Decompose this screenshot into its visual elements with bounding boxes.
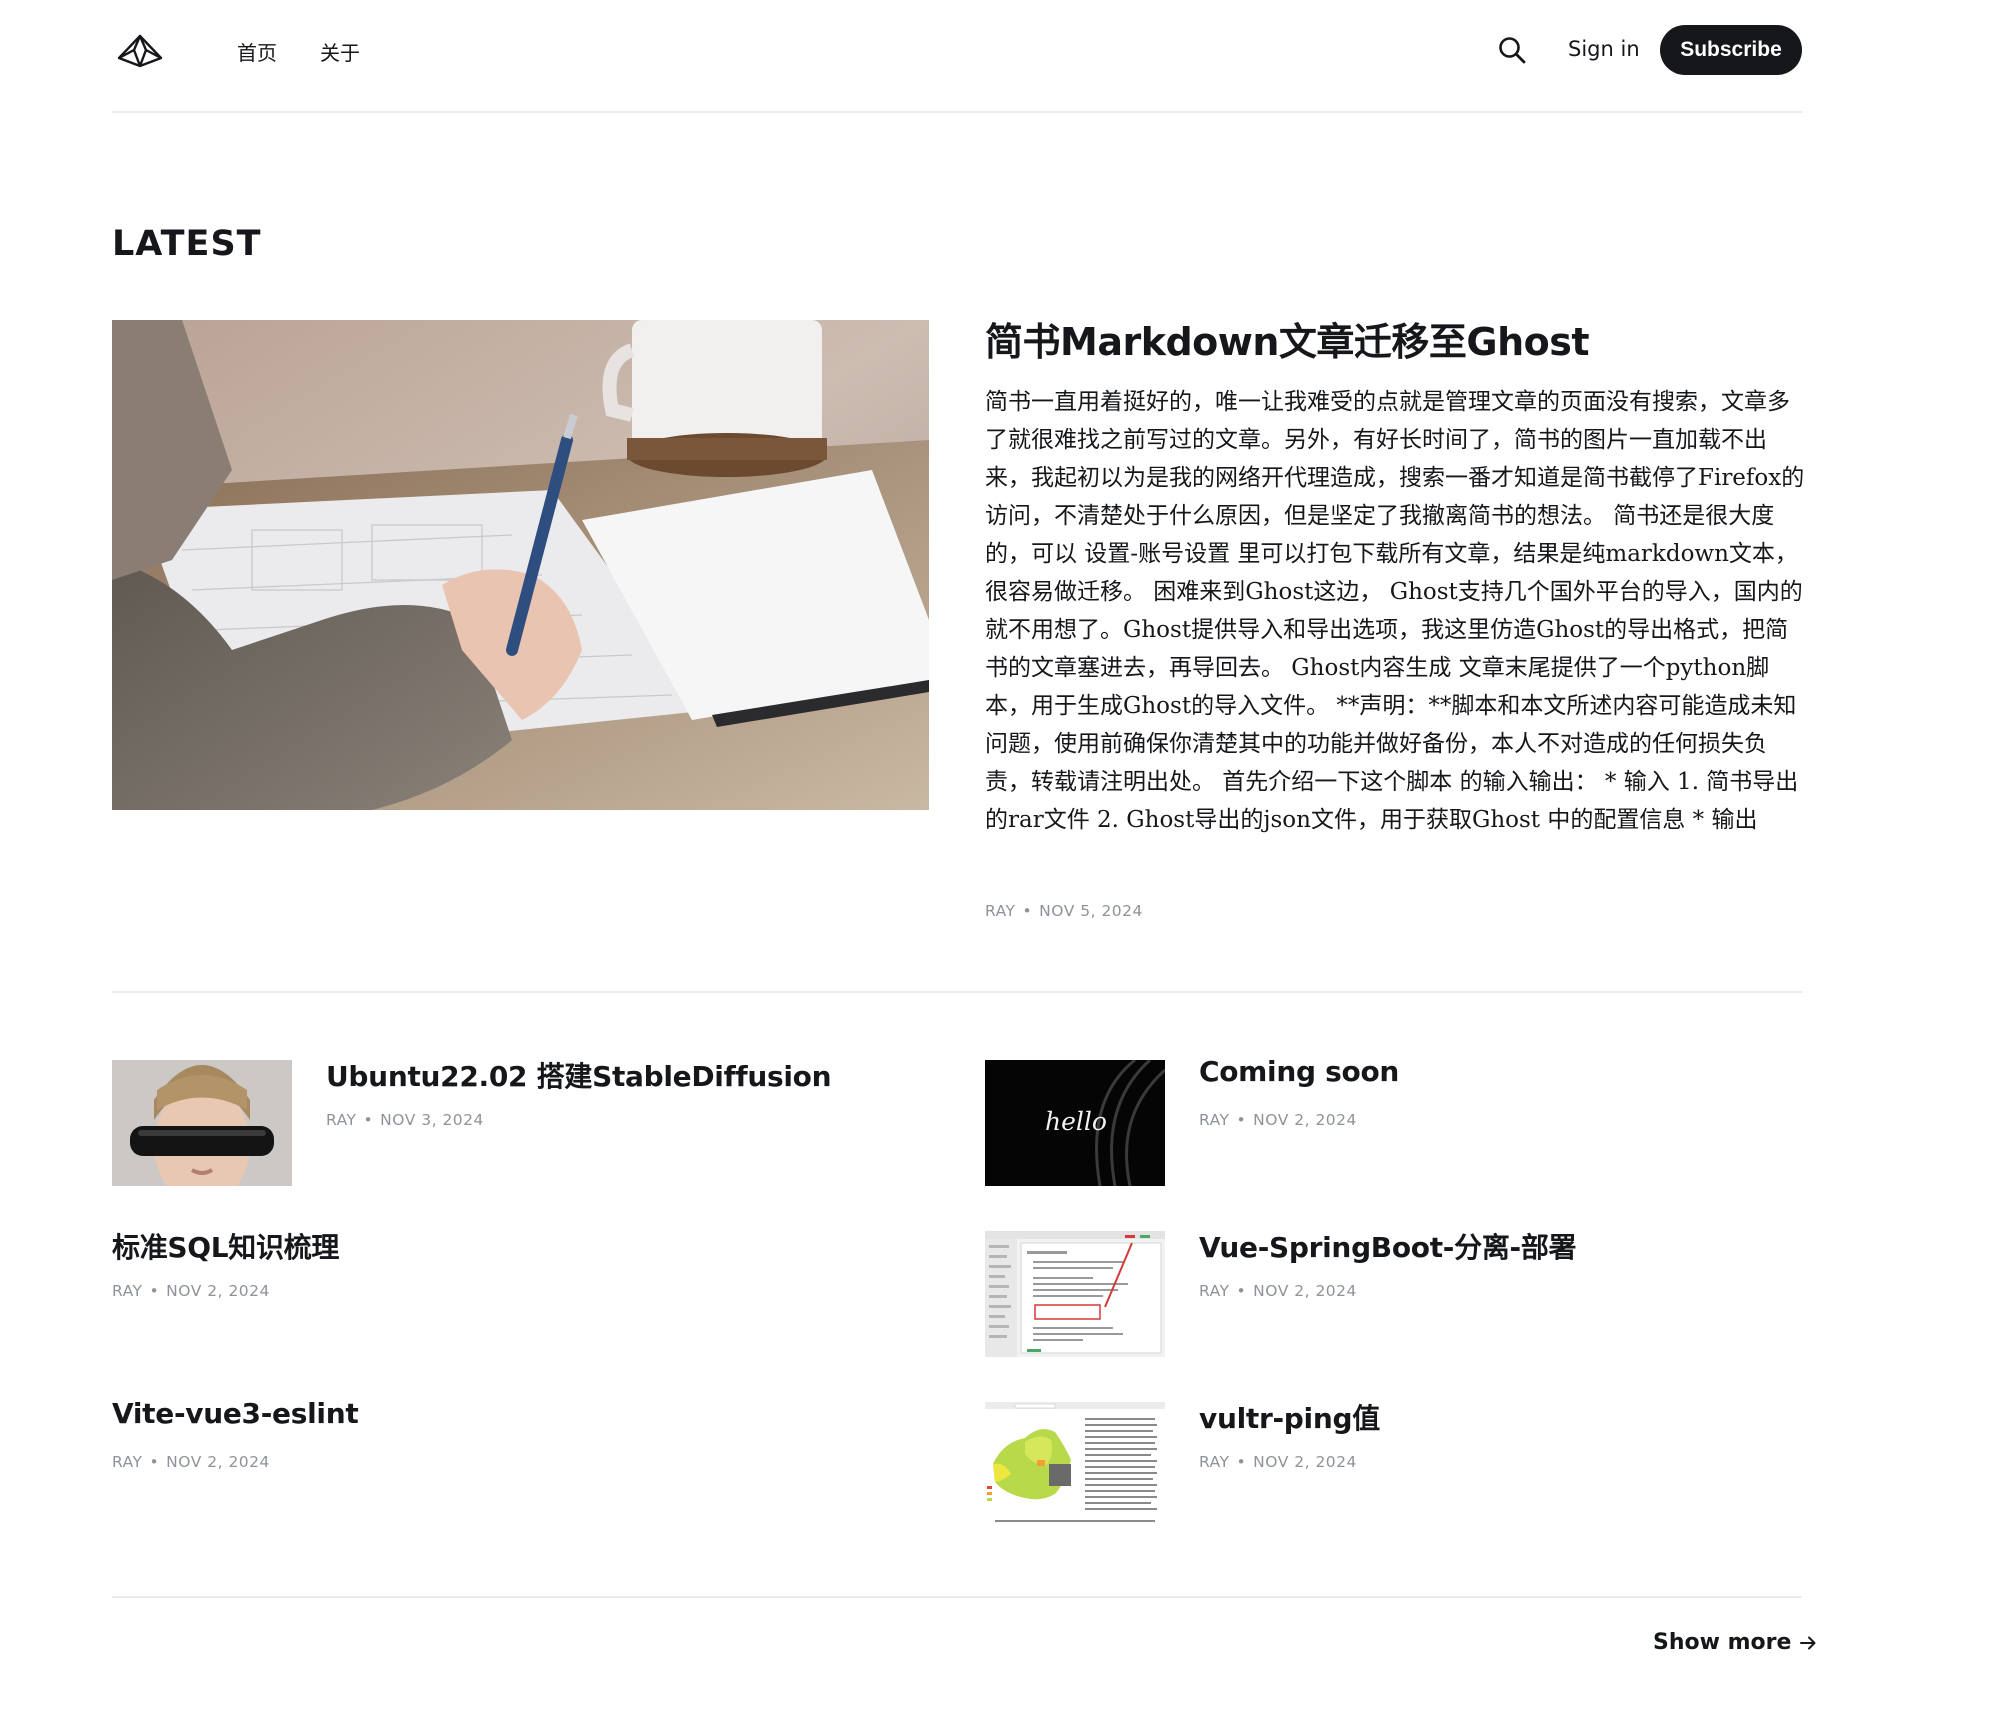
post-date: NOV 2, 2024 xyxy=(1253,1282,1357,1300)
post-title[interactable]: 标准SQL知识梳理 xyxy=(112,1226,339,1266)
post-thumbnail[interactable] xyxy=(112,1060,292,1186)
post-title[interactable]: Ubuntu22.02 搭建StableDiffusion xyxy=(326,1055,832,1095)
post-author[interactable]: RAY xyxy=(326,1111,357,1129)
post-title[interactable]: Coming soon xyxy=(1199,1055,1399,1088)
post-author[interactable]: RAY xyxy=(985,902,1016,920)
post-title[interactable]: vultr-ping值 xyxy=(1199,1397,1380,1437)
site-logo-icon[interactable] xyxy=(116,30,164,70)
post-thumbnail[interactable]: hello xyxy=(985,1060,1165,1186)
featured-post-title[interactable]: 简书Markdown文章迁移至Ghost xyxy=(985,318,1805,366)
meta-separator: • xyxy=(1022,902,1033,920)
featured-post-excerpt[interactable]: 简书一直用着挺好的，唯一让我难受的点就是管理文章的页面没有搜索，文章多了就很难找… xyxy=(985,383,1805,839)
arrow-right-icon xyxy=(1800,1636,1816,1649)
search-icon[interactable] xyxy=(1497,35,1527,65)
post-author[interactable]: RAY xyxy=(112,1282,143,1300)
post-thumbnail[interactable] xyxy=(985,1231,1165,1357)
post-date: NOV 5, 2024 xyxy=(1039,902,1143,920)
meta-separator: • xyxy=(1236,1282,1247,1300)
post-meta: RAY • NOV 2, 2024 xyxy=(112,1453,270,1471)
post-date: NOV 2, 2024 xyxy=(1253,1453,1357,1471)
post-author[interactable]: RAY xyxy=(1199,1282,1230,1300)
post-date: NOV 3, 2024 xyxy=(380,1111,484,1129)
meta-separator: • xyxy=(149,1453,160,1471)
featured-post-meta: RAY • NOV 5, 2024 xyxy=(985,902,1143,920)
post-meta: RAY • NOV 3, 2024 xyxy=(326,1111,484,1129)
meta-separator: • xyxy=(1236,1453,1247,1471)
subscribe-button[interactable]: Subscribe xyxy=(1660,25,1802,75)
section-divider xyxy=(112,991,1802,993)
post-date: NOV 2, 2024 xyxy=(166,1453,270,1471)
post-author[interactable]: RAY xyxy=(1199,1453,1230,1471)
sign-in-link[interactable]: Sign in xyxy=(1568,37,1640,61)
meta-separator: • xyxy=(363,1111,374,1129)
section-title: LATEST xyxy=(112,224,262,264)
meta-separator: • xyxy=(149,1282,160,1300)
site-header: 首页 关于 Sign in Subscribe xyxy=(112,0,1802,113)
show-more-link[interactable]: Show more xyxy=(1653,1630,1817,1655)
post-date: NOV 2, 2024 xyxy=(166,1282,270,1300)
post-thumbnail[interactable] xyxy=(985,1402,1165,1528)
post-title[interactable]: Vite-vue3-eslint xyxy=(112,1397,359,1430)
post-meta: RAY • NOV 2, 2024 xyxy=(1199,1111,1357,1129)
post-date: NOV 2, 2024 xyxy=(1253,1111,1357,1129)
featured-post-image[interactable] xyxy=(112,320,929,810)
nav-item-about[interactable]: 关于 xyxy=(320,37,360,66)
nav-item-home[interactable]: 首页 xyxy=(237,37,277,66)
post-title[interactable]: Vue-SpringBoot-分离-部署 xyxy=(1199,1226,1577,1266)
post-meta: RAY • NOV 2, 2024 xyxy=(1199,1453,1357,1471)
post-author[interactable]: RAY xyxy=(1199,1111,1230,1129)
post-author[interactable]: RAY xyxy=(112,1453,143,1471)
section-divider xyxy=(112,1596,1802,1598)
thumbnail-text: hello xyxy=(1045,1107,1107,1136)
post-meta: RAY • NOV 2, 2024 xyxy=(112,1282,270,1300)
post-meta: RAY • NOV 2, 2024 xyxy=(1199,1282,1357,1300)
show-more-label: Show more xyxy=(1653,1630,1792,1655)
meta-separator: • xyxy=(1236,1111,1247,1129)
